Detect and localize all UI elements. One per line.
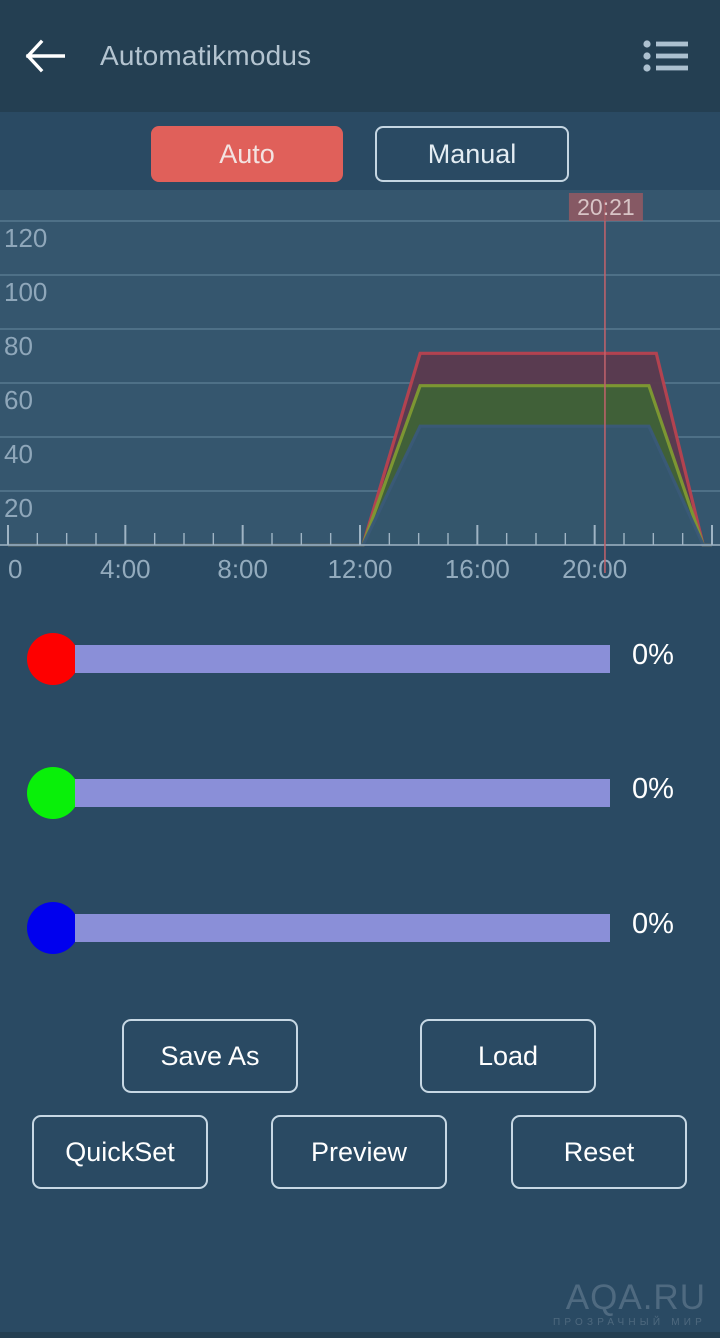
slider-thumb-blue[interactable]: [27, 902, 79, 954]
list-menu-icon: [643, 40, 688, 72]
slider-row-blue[interactable]: 0%: [0, 900, 720, 956]
slider-track-red[interactable]: [75, 645, 610, 673]
chart-x-label: 4:00: [100, 554, 151, 584]
tab-manual[interactable]: Manual: [375, 126, 569, 182]
slider-row-green[interactable]: 0%: [0, 765, 720, 821]
chart-x-label: 12:00: [327, 554, 392, 584]
screen-root: Automatikmodus Auto Manual 120 100 80 60 40 2…: [0, 0, 720, 1338]
slider-row-red[interactable]: 0%: [0, 631, 720, 687]
chart-y-label: 120: [4, 223, 47, 253]
chart-y-label: 40: [4, 439, 33, 469]
chart-canvas[interactable]: 120 100 80 60 40 20 0 4:00 8:00 12:00 16:00 20:00 20…: [0, 190, 720, 590]
chart-time-marker-label: 20:21: [577, 194, 635, 220]
schedule-chart[interactable]: 120 100 80 60 40 20 0 4:00 8:00 12:00 16:00 20:00 20…: [0, 190, 720, 590]
bottom-bar: [0, 1332, 720, 1338]
chart-x-label: 16:00: [445, 554, 510, 584]
back-button[interactable]: [0, 0, 90, 112]
watermark: AQA.RU ПРОЗРАЧНЫЙ МИР: [553, 1280, 706, 1328]
watermark-sub: ПРОЗРАЧНЫЙ МИР: [552, 1317, 706, 1328]
tab-auto[interactable]: Auto: [151, 126, 343, 182]
slider-track-blue[interactable]: [75, 914, 610, 942]
chart-x-label: 0: [8, 554, 22, 584]
chart-y-label: 80: [4, 331, 33, 361]
slider-track-green[interactable]: [75, 779, 610, 807]
menu-button[interactable]: [630, 0, 702, 112]
chart-x-label: 20:00: [562, 554, 627, 584]
app-header: Automatikmodus: [0, 0, 720, 112]
reset-button[interactable]: Reset: [511, 1115, 687, 1189]
chart-x-label: 8:00: [217, 554, 268, 584]
chart-y-label: 20: [4, 493, 33, 523]
quickset-button[interactable]: QuickSet: [32, 1115, 208, 1189]
mode-selector: Auto Manual: [0, 124, 720, 184]
chart-y-label: 100: [4, 277, 47, 307]
preview-button[interactable]: Preview: [271, 1115, 447, 1189]
back-arrow-icon: [25, 39, 65, 73]
watermark-main: AQA.RU: [565, 1278, 706, 1317]
save-as-button[interactable]: Save As: [122, 1019, 298, 1093]
slider-value-red: 0%: [632, 639, 674, 671]
slider-value-blue: 0%: [632, 908, 674, 940]
slider-thumb-red[interactable]: [27, 633, 79, 685]
chart-y-label: 60: [4, 385, 33, 415]
slider-value-green: 0%: [632, 773, 674, 805]
page-title: Automatikmodus: [100, 40, 312, 71]
load-button[interactable]: Load: [420, 1019, 596, 1093]
slider-thumb-green[interactable]: [27, 767, 79, 819]
